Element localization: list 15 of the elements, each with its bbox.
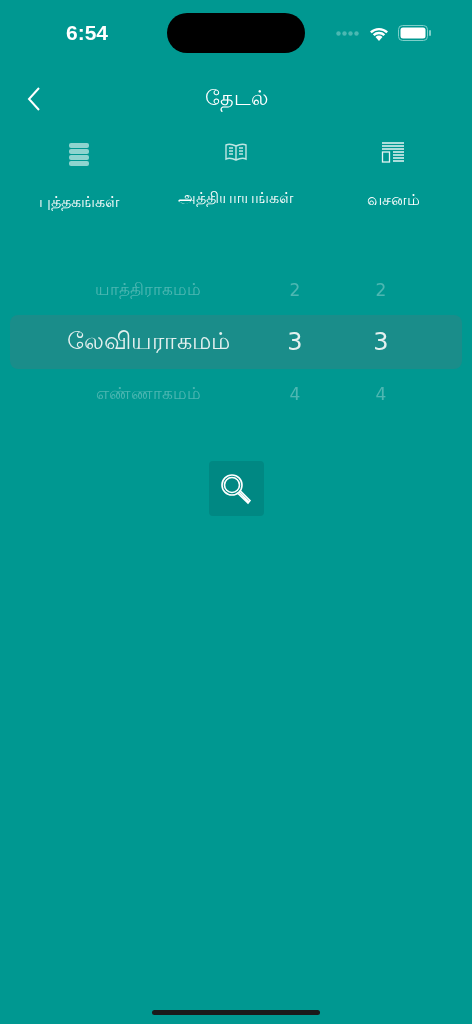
document-icon xyxy=(381,142,406,164)
books-icon xyxy=(67,142,90,166)
chevron-left-icon xyxy=(27,87,41,111)
category-tab[interactable]: அத்தியாயங்கள் xyxy=(157,142,315,213)
status-time: 6:54 xyxy=(66,21,109,45)
search-button[interactable] xyxy=(208,461,264,516)
battery-icon xyxy=(398,25,432,41)
wifi-icon xyxy=(368,25,390,41)
search-icon xyxy=(219,471,253,506)
selected-picker-row[interactable]: லேவியராகமம் 3 3 xyxy=(10,315,462,369)
category-tab[interactable]: புத்தகங்கள் xyxy=(0,142,158,213)
page-title: தேடல் xyxy=(204,85,268,113)
category-tab[interactable]: வசனம் xyxy=(314,142,472,213)
book-icon xyxy=(224,142,248,162)
signal-icon xyxy=(336,30,360,36)
